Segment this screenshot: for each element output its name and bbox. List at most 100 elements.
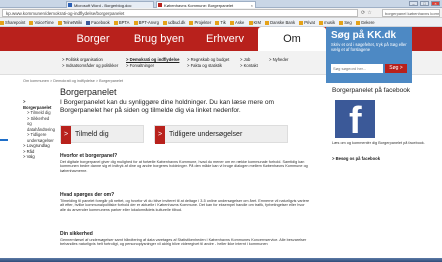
- section-text: Det digitale borgerpanel giver dig mulig…: [60, 160, 308, 173]
- subnav-column: > Nyheder: [269, 57, 288, 63]
- word-icon: [68, 3, 72, 7]
- section-heading: Din sikkerhed: [60, 231, 93, 237]
- nav-om-kommunen[interactable]: Om kommunen: [258, 27, 326, 69]
- right-column: Borgerpanelet på facebook: [332, 87, 438, 94]
- sidebar-item-lovgrundlag[interactable]: > Lovgrundlag: [23, 143, 53, 149]
- facebook-logo-icon[interactable]: f: [335, 100, 375, 140]
- nav-borger[interactable]: Borger: [60, 27, 126, 51]
- arrow-right-icon: >: [155, 126, 165, 144]
- section-sikkerhed: Din sikkerhed Gennemførsel af undersøgel…: [60, 231, 310, 247]
- bookmark-item[interactable]: Gekere: [355, 18, 375, 26]
- section-hvorfor: Hvorfor et borgerpanel? Det digitale bor…: [60, 153, 310, 173]
- sidebar-item-valg[interactable]: > Valg: [23, 154, 53, 160]
- bookmark-item[interactable]: musik: [319, 18, 335, 26]
- bookmark-icon: [29, 20, 34, 25]
- folder-icon: [189, 20, 194, 25]
- search-title: Søg på KK.dk: [331, 30, 397, 41]
- section-heading: Hvad spørges der om?: [60, 192, 115, 198]
- subnav-column: > Job > Kontakt: [240, 57, 258, 69]
- subnav-column: > Demokrati og indflydelse > Forvaltning…: [126, 57, 179, 69]
- main-content: Borgerpanelet I Borgerpanelet kan du syn…: [60, 87, 310, 115]
- tab-word-document[interactable]: Microsoft Word - Borgerblog.doc: [66, 1, 154, 8]
- sidebar-item-sikkerhed[interactable]: > Sikkerhed og datahåndtering: [23, 116, 55, 133]
- breadcrumb[interactable]: Om kommunen > Demokrati og indflydelse >…: [23, 79, 123, 83]
- maximize-icon[interactable]: □: [420, 1, 429, 6]
- folder-icon: [215, 20, 220, 25]
- facebook-text: Læs om og kommentér dig Borgerpanelet på…: [332, 141, 425, 145]
- sidebar-item-borgerpanelet[interactable]: > Borgerpanelet: [23, 99, 53, 110]
- search-button[interactable]: Søg >: [385, 64, 407, 73]
- folder-icon: [265, 20, 270, 25]
- button-label: Tidligere undersøgelser: [169, 131, 243, 138]
- page-title: Borgerpanelet: [60, 87, 117, 97]
- facebook-link[interactable]: > Besøg os på facebook: [332, 156, 380, 161]
- sidebar-item-tilmeld[interactable]: > Tilmeld dig: [23, 110, 53, 116]
- close-window-icon[interactable]: ×: [431, 1, 440, 6]
- subnav-column: > Politisk organisation > Indsatsområder…: [62, 57, 118, 69]
- bookmark-icon: [58, 20, 63, 25]
- section-text: Gennemførsel af undersøgelser samt håndt…: [60, 238, 307, 247]
- nav-erhverv[interactable]: Erhverv: [192, 27, 258, 51]
- bookmark-item[interactable]: Facebook: [86, 18, 110, 26]
- site-search-input[interactable]: [331, 64, 383, 73]
- window-edge-marker: [0, 139, 8, 141]
- os-taskbar: [0, 258, 442, 262]
- bookmark-item[interactable]: Seg: [339, 18, 352, 26]
- tilmeld-button[interactable]: > Tilmeld dig: [60, 125, 144, 144]
- address-tools: ⟳ ☆: [361, 10, 372, 16]
- bookmark-item[interactable]: KIM: [248, 18, 261, 26]
- tidligere-undersoegelser-button[interactable]: > Tidligere undersøgelser: [154, 125, 288, 144]
- browser-titlebar: Microsoft Word - Borgerblog.doc Københav…: [0, 0, 442, 8]
- bookmark-icon: [113, 20, 118, 25]
- bookmark-item[interactable]: BPTA: [113, 18, 129, 26]
- url-field[interactable]: kp.www.kommunen/demokrati-og-indflydelse…: [2, 9, 358, 17]
- bookmark-item[interactable]: Danske Bank: [265, 18, 295, 26]
- bookmark-item[interactable]: Projekter: [189, 18, 211, 26]
- section-heading: Hvorfor et borgerpanel?: [60, 153, 118, 159]
- browser-search-field[interactable]: borgerpanel københavns kommune: [382, 9, 440, 17]
- subnav-link[interactable]: > Forvaltninger: [126, 63, 179, 69]
- bookmark-icon: [163, 20, 168, 25]
- bookmark-item[interactable]: Privat: [299, 18, 315, 26]
- sidebar-item-tidligere[interactable]: > Tidligere undersøgelser: [23, 132, 54, 143]
- section-text: Tilmelding til panelet foregår på nettet…: [60, 199, 310, 212]
- bookmark-item[interactable]: udbud.dk: [163, 18, 185, 26]
- folder-icon: [230, 20, 235, 25]
- subnav-link[interactable]: > Kontakt: [240, 63, 258, 69]
- minimize-icon[interactable]: –: [409, 1, 418, 6]
- favorite-star-icon[interactable]: ☆: [367, 10, 371, 16]
- subnav-link[interactable]: > Indsatsområder og politikker: [62, 63, 118, 69]
- button-label: Tilmeld dig: [75, 131, 109, 138]
- bookmarks-bar: Sharepoint VoiceTime TelnetWiki Facebook…: [0, 18, 442, 27]
- bookmark-item[interactable]: VoiceTime: [29, 18, 54, 26]
- arrow-right-icon: >: [61, 126, 71, 144]
- address-bar-row: kp.www.kommunen/demokrati-og-indflydelse…: [0, 8, 442, 18]
- refresh-icon[interactable]: ⟳: [361, 10, 365, 16]
- section-hvad-spoerges: Hvad spørges der om? Tilmelding til pane…: [60, 192, 310, 212]
- page-lead: I Borgerpanelet kan du synliggøre dine h…: [60, 99, 275, 114]
- window-controls: – □ ×: [409, 1, 440, 6]
- bookmark-item[interactable]: Tik: [215, 18, 226, 26]
- bookmark-item[interactable]: TelnetWiki: [58, 18, 82, 26]
- site-search-box: Søg på KK.dk Skriv et ord i søgefeltet, …: [326, 27, 412, 83]
- folder-icon: [319, 20, 324, 25]
- folder-icon: [299, 20, 304, 25]
- bookmark-item[interactable]: Aske: [230, 18, 244, 26]
- folder-icon: [355, 20, 360, 25]
- subnav-column: > Regnskab og budget > Fakta og statisti…: [187, 57, 229, 69]
- subnav-link[interactable]: > Nyheder: [269, 57, 288, 63]
- action-buttons: > Tilmeld dig > Tidligere undersøgelser: [60, 125, 310, 144]
- folder-icon: [248, 20, 253, 25]
- bookmark-icon: [0, 20, 4, 25]
- left-sidebar: > Borgerpanelet > Tilmeld dig > Sikkerhe…: [23, 99, 55, 160]
- tab-borgerpanelet[interactable]: Københavns Kommune: Borgerpanelet ×: [156, 1, 256, 8]
- bookmark-item[interactable]: Sharepoint: [0, 18, 25, 26]
- bookmark-item[interactable]: BPT-Anvrg: [133, 18, 159, 26]
- bookmark-icon: [133, 20, 138, 25]
- subnav-link[interactable]: > Fakta og statistik: [187, 63, 229, 69]
- nav-brug-byen[interactable]: Brug byen: [126, 27, 192, 51]
- folder-icon: [339, 20, 344, 25]
- facebook-icon: [86, 20, 91, 25]
- search-description: Skriv et ord i søgefeltet, tryk på Søg e…: [331, 42, 407, 52]
- kk-favicon-icon: [158, 3, 162, 7]
